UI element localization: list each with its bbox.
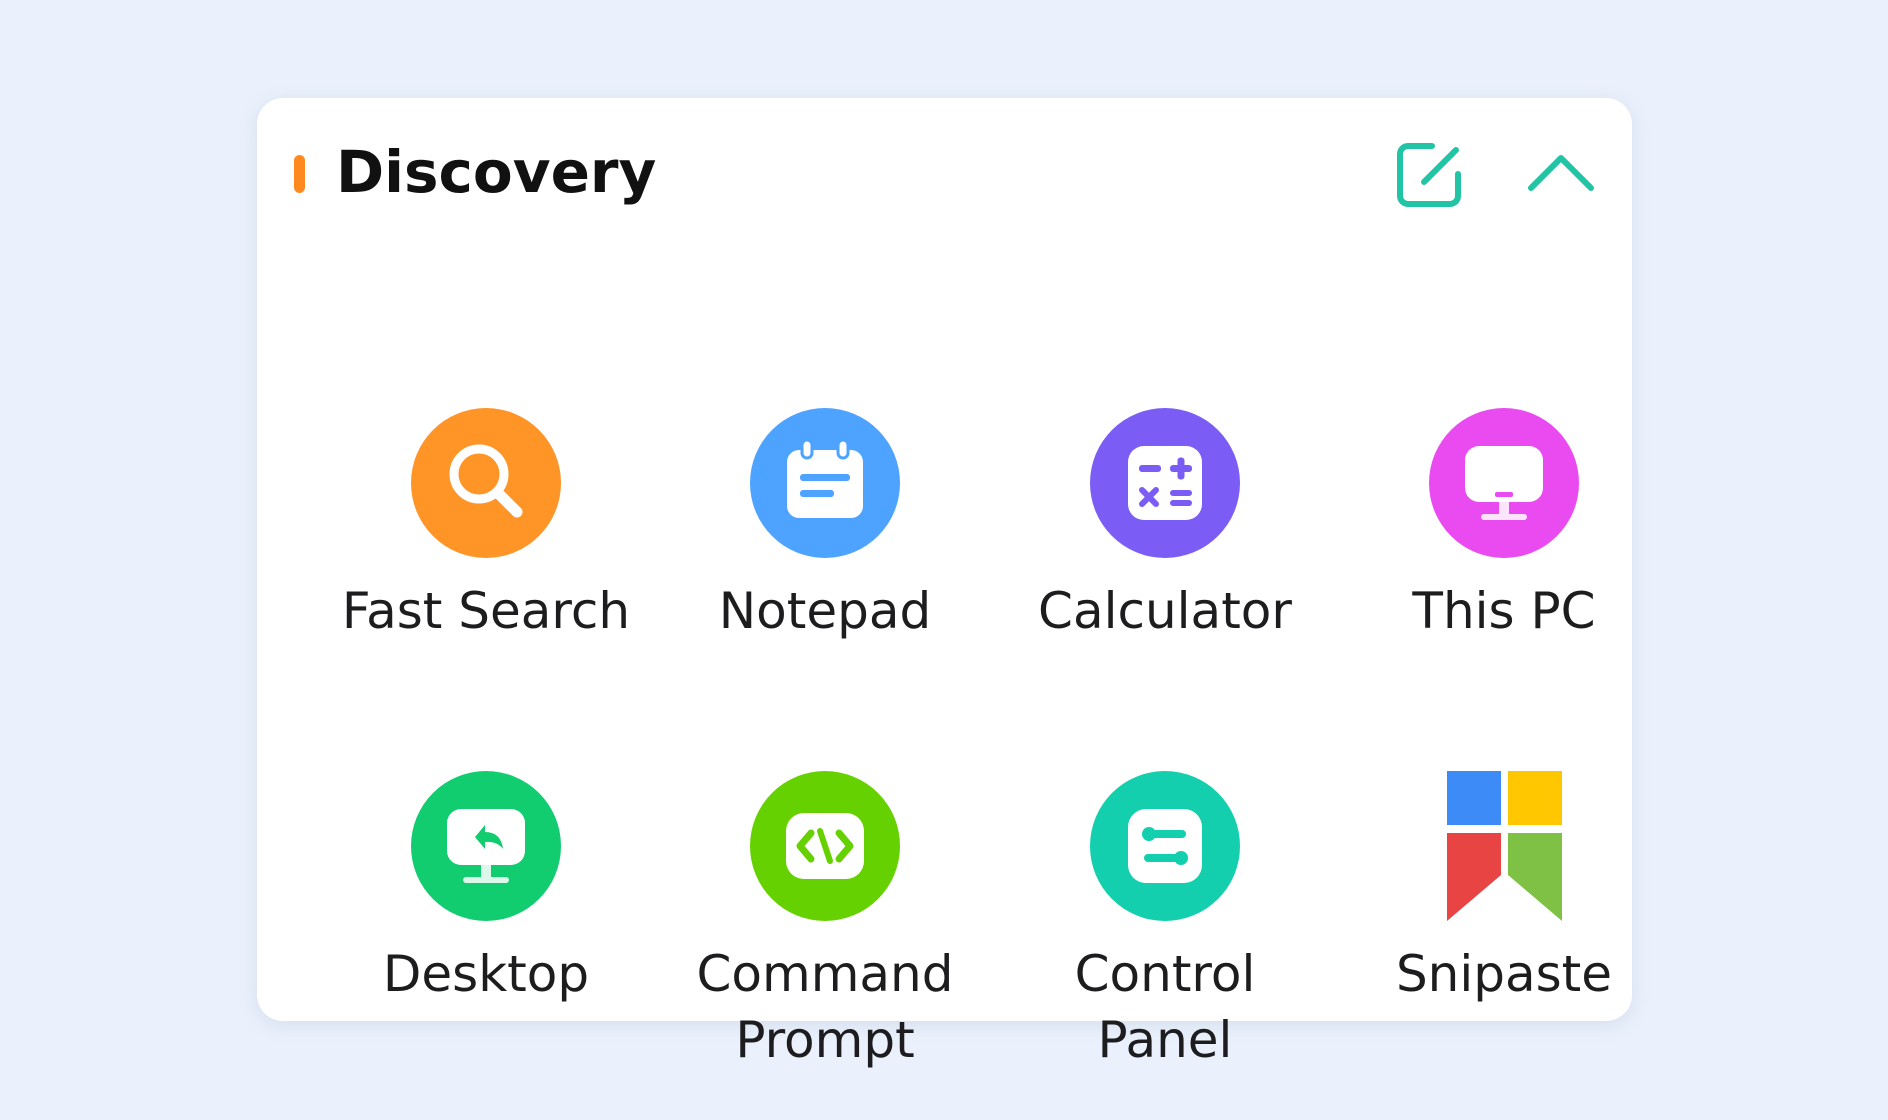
search-icon bbox=[411, 408, 561, 558]
edit-icon bbox=[1397, 143, 1461, 207]
notepad-icon bbox=[750, 408, 900, 558]
app-label: Command Prompt bbox=[696, 945, 954, 1069]
widget-header: Discovery bbox=[257, 98, 1632, 258]
title-accent-bar bbox=[294, 155, 305, 193]
monitor-icon bbox=[1429, 408, 1579, 558]
app-label: This PC bbox=[1412, 582, 1596, 640]
chevron-up-icon bbox=[1528, 155, 1594, 191]
app-label: Control Panel bbox=[1074, 945, 1256, 1069]
background: Discovery Fast Search Notepad Calculator… bbox=[0, 0, 1888, 1120]
calculator-icon bbox=[1090, 408, 1240, 558]
discovery-widget: Discovery Fast Search Notepad Calculator… bbox=[257, 98, 1632, 1069]
widget-title: Discovery bbox=[336, 138, 657, 206]
app-label: Desktop bbox=[382, 945, 590, 1003]
edit-button[interactable] bbox=[1394, 140, 1464, 210]
desktop-icon bbox=[411, 771, 561, 921]
snipaste-logo-icon bbox=[1447, 771, 1562, 921]
collapse-button[interactable] bbox=[1525, 148, 1597, 198]
settings-sliders-icon bbox=[1090, 771, 1240, 921]
app-label: Calculator bbox=[1038, 582, 1292, 640]
code-icon bbox=[750, 771, 900, 921]
app-label: Fast Search bbox=[341, 582, 631, 640]
app-label: Snipaste bbox=[1395, 945, 1613, 1003]
app-label: Notepad bbox=[718, 582, 932, 640]
